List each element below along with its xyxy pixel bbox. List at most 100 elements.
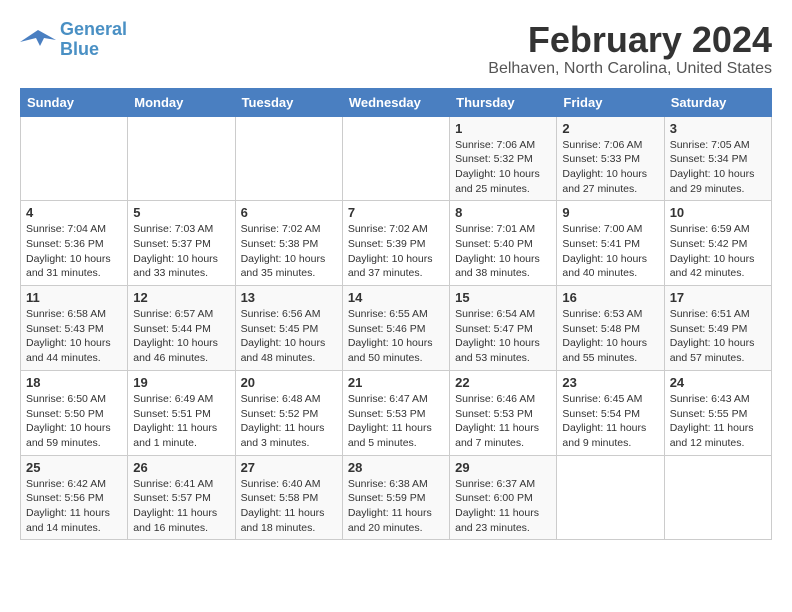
day-info: Sunrise: 6:40 AM Sunset: 5:58 PM Dayligh… (241, 477, 337, 536)
calendar-cell: 24Sunrise: 6:43 AM Sunset: 5:55 PM Dayli… (664, 370, 771, 455)
day-info: Sunrise: 6:51 AM Sunset: 5:49 PM Dayligh… (670, 307, 766, 366)
day-info: Sunrise: 6:37 AM Sunset: 6:00 PM Dayligh… (455, 477, 551, 536)
day-number: 18 (26, 375, 122, 390)
day-info: Sunrise: 6:42 AM Sunset: 5:56 PM Dayligh… (26, 477, 122, 536)
calendar-cell: 29 Sunrise: 6:37 AM Sunset: 6:00 PM Dayli… (450, 455, 557, 540)
calendar-cell: 17Sunrise: 6:51 AM Sunset: 5:49 PM Dayli… (664, 286, 771, 371)
day-info: Sunrise: 7:00 AM Sunset: 5:41 PM Dayligh… (562, 222, 658, 281)
day-info: Sunrise: 6:41 AM Sunset: 5:57 PM Dayligh… (133, 477, 229, 536)
day-number: 22 (455, 375, 551, 390)
calendar-cell: 5 Sunrise: 7:03 AM Sunset: 5:37 PM Daylig… (128, 201, 235, 286)
calendar-cell: 11 Sunrise: 6:58 AM Sunset: 5:43 PM Dayli… (21, 286, 128, 371)
day-number: 6 (241, 205, 337, 220)
calendar-cell: 9 Sunrise: 7:00 AM Sunset: 5:41 PM Daylig… (557, 201, 664, 286)
day-info: Sunrise: 7:06 AM Sunset: 5:32 PM Dayligh… (455, 138, 551, 197)
day-number: 3 (670, 121, 766, 136)
calendar-cell: 2Sunrise: 7:06 AM Sunset: 5:33 PM Daylig… (557, 116, 664, 201)
calendar-cell: 26 Sunrise: 6:41 AM Sunset: 5:57 PM Dayli… (128, 455, 235, 540)
calendar-cell: 4 Sunrise: 7:04 AM Sunset: 5:36 PM Daylig… (21, 201, 128, 286)
day-number: 10 (670, 205, 766, 220)
day-info: Sunrise: 6:46 AM Sunset: 5:53 PM Dayligh… (455, 392, 551, 451)
calendar-week-row: 1Sunrise: 7:06 AM Sunset: 5:32 PM Daylig… (21, 116, 772, 201)
day-info: Sunrise: 6:55 AM Sunset: 5:46 PM Dayligh… (348, 307, 444, 366)
calendar-cell: 28 Sunrise: 6:38 AM Sunset: 5:59 PM Dayli… (342, 455, 449, 540)
calendar-cell: 20 Sunrise: 6:48 AM Sunset: 5:52 PM Dayli… (235, 370, 342, 455)
calendar-cell (21, 116, 128, 201)
day-number: 25 (26, 460, 122, 475)
day-number: 28 (348, 460, 444, 475)
day-number: 14 (348, 290, 444, 305)
calendar-cell: 16 Sunrise: 6:53 AM Sunset: 5:48 PM Dayli… (557, 286, 664, 371)
day-number: 11 (26, 290, 122, 305)
location-title: Belhaven, North Carolina, United States (488, 60, 772, 78)
day-info: Sunrise: 7:02 AM Sunset: 5:38 PM Dayligh… (241, 222, 337, 281)
calendar-cell (342, 116, 449, 201)
day-number: 8 (455, 205, 551, 220)
day-number: 9 (562, 205, 658, 220)
header-cell-tuesday: Tuesday (235, 88, 342, 116)
header-cell-monday: Monday (128, 88, 235, 116)
day-number: 21 (348, 375, 444, 390)
header-cell-friday: Friday (557, 88, 664, 116)
header-cell-saturday: Saturday (664, 88, 771, 116)
day-info: Sunrise: 6:59 AM Sunset: 5:42 PM Dayligh… (670, 222, 766, 281)
day-info: Sunrise: 6:38 AM Sunset: 5:59 PM Dayligh… (348, 477, 444, 536)
page-header: General Blue February 2024 Belhaven, Nor… (20, 20, 772, 78)
calendar-cell: 21 Sunrise: 6:47 AM Sunset: 5:53 PM Dayli… (342, 370, 449, 455)
calendar-cell (664, 455, 771, 540)
header-cell-wednesday: Wednesday (342, 88, 449, 116)
calendar-cell: 8 Sunrise: 7:01 AM Sunset: 5:40 PM Daylig… (450, 201, 557, 286)
day-number: 2 (562, 121, 658, 136)
calendar-cell: 14 Sunrise: 6:55 AM Sunset: 5:46 PM Dayli… (342, 286, 449, 371)
logo-bird-icon (20, 26, 56, 54)
day-number: 4 (26, 205, 122, 220)
day-number: 15 (455, 290, 551, 305)
day-number: 20 (241, 375, 337, 390)
day-info: Sunrise: 6:48 AM Sunset: 5:52 PM Dayligh… (241, 392, 337, 451)
calendar-cell (557, 455, 664, 540)
day-number: 7 (348, 205, 444, 220)
calendar-cell: 7 Sunrise: 7:02 AM Sunset: 5:39 PM Daylig… (342, 201, 449, 286)
day-info: Sunrise: 7:01 AM Sunset: 5:40 PM Dayligh… (455, 222, 551, 281)
calendar-cell: 3 Sunrise: 7:05 AM Sunset: 5:34 PM Daylig… (664, 116, 771, 201)
day-info: Sunrise: 6:57 AM Sunset: 5:44 PM Dayligh… (133, 307, 229, 366)
day-number: 5 (133, 205, 229, 220)
day-number: 16 (562, 290, 658, 305)
calendar-cell: 10 Sunrise: 6:59 AM Sunset: 5:42 PM Dayli… (664, 201, 771, 286)
month-title: February 2024 (488, 20, 772, 60)
calendar-cell: 1Sunrise: 7:06 AM Sunset: 5:32 PM Daylig… (450, 116, 557, 201)
calendar-cell: 19Sunrise: 6:49 AM Sunset: 5:51 PM Dayli… (128, 370, 235, 455)
day-number: 27 (241, 460, 337, 475)
day-number: 26 (133, 460, 229, 475)
logo-text: General Blue (60, 20, 127, 60)
day-info: Sunrise: 6:58 AM Sunset: 5:43 PM Dayligh… (26, 307, 122, 366)
day-info: Sunrise: 6:54 AM Sunset: 5:47 PM Dayligh… (455, 307, 551, 366)
calendar-header-row: SundayMondayTuesdayWednesdayThursdayFrid… (21, 88, 772, 116)
day-info: Sunrise: 7:03 AM Sunset: 5:37 PM Dayligh… (133, 222, 229, 281)
day-info: Sunrise: 6:53 AM Sunset: 5:48 PM Dayligh… (562, 307, 658, 366)
calendar-week-row: 18Sunrise: 6:50 AM Sunset: 5:50 PM Dayli… (21, 370, 772, 455)
day-info: Sunrise: 6:49 AM Sunset: 5:51 PM Dayligh… (133, 392, 229, 451)
calendar-cell: 15 Sunrise: 6:54 AM Sunset: 5:47 PM Dayli… (450, 286, 557, 371)
day-number: 24 (670, 375, 766, 390)
day-number: 23 (562, 375, 658, 390)
day-number: 12 (133, 290, 229, 305)
calendar-cell (235, 116, 342, 201)
day-info: Sunrise: 7:02 AM Sunset: 5:39 PM Dayligh… (348, 222, 444, 281)
calendar-cell: 27 Sunrise: 6:40 AM Sunset: 5:58 PM Dayli… (235, 455, 342, 540)
logo: General Blue (20, 20, 127, 60)
calendar-table: SundayMondayTuesdayWednesdayThursdayFrid… (20, 88, 772, 541)
calendar-week-row: 4 Sunrise: 7:04 AM Sunset: 5:36 PM Daylig… (21, 201, 772, 286)
day-info: Sunrise: 7:05 AM Sunset: 5:34 PM Dayligh… (670, 138, 766, 197)
calendar-week-row: 25 Sunrise: 6:42 AM Sunset: 5:56 PM Dayli… (21, 455, 772, 540)
calendar-cell: 25 Sunrise: 6:42 AM Sunset: 5:56 PM Dayli… (21, 455, 128, 540)
day-info: Sunrise: 6:47 AM Sunset: 5:53 PM Dayligh… (348, 392, 444, 451)
calendar-cell: 13 Sunrise: 6:56 AM Sunset: 5:45 PM Dayli… (235, 286, 342, 371)
calendar-body: 1Sunrise: 7:06 AM Sunset: 5:32 PM Daylig… (21, 116, 772, 540)
day-number: 13 (241, 290, 337, 305)
day-number: 29 (455, 460, 551, 475)
calendar-cell: 22 Sunrise: 6:46 AM Sunset: 5:53 PM Dayli… (450, 370, 557, 455)
day-info: Sunrise: 7:04 AM Sunset: 5:36 PM Dayligh… (26, 222, 122, 281)
day-info: Sunrise: 6:45 AM Sunset: 5:54 PM Dayligh… (562, 392, 658, 451)
day-info: Sunrise: 6:56 AM Sunset: 5:45 PM Dayligh… (241, 307, 337, 366)
